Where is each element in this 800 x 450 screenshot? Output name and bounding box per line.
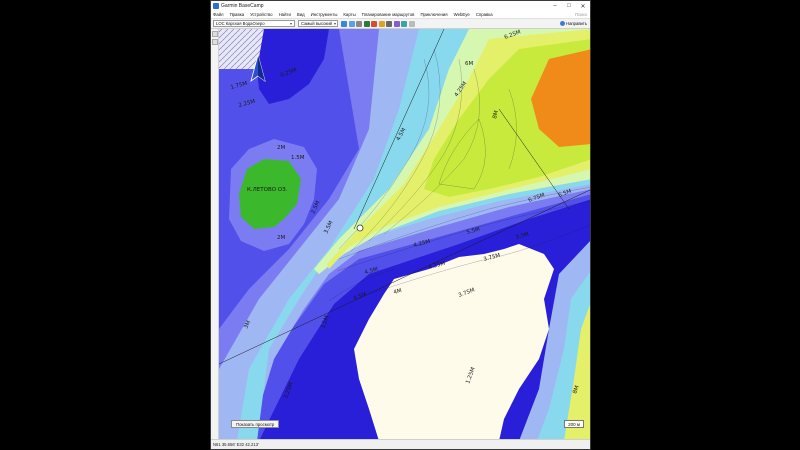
maximize-icon[interactable]: □ bbox=[562, 1, 576, 11]
close-icon[interactable]: ✕ bbox=[576, 1, 590, 11]
menu-view[interactable]: Вид bbox=[297, 12, 305, 17]
menu-find[interactable]: Найти bbox=[279, 12, 291, 17]
zoom-out-icon[interactable] bbox=[348, 20, 355, 27]
waypoint-icon[interactable] bbox=[363, 20, 370, 27]
panel-toggle-icon[interactable] bbox=[212, 31, 218, 37]
left-tool-strip bbox=[211, 29, 219, 441]
route-icon[interactable] bbox=[371, 20, 377, 27]
settings-icon[interactable] bbox=[408, 20, 415, 27]
menu-tools[interactable]: Инструменты bbox=[311, 12, 338, 17]
depth-label: 2M bbox=[277, 235, 285, 241]
island-label: К.ЛЕТОВО ОЗ. bbox=[247, 187, 288, 193]
app-icon bbox=[213, 3, 219, 9]
depth-label: 1.5M bbox=[291, 155, 305, 161]
depth-label: 6M bbox=[465, 61, 473, 67]
window-title: Garmin BaseCamp bbox=[221, 3, 264, 9]
toolbar: LOC Карская ВодаОзеро ▾ Самый высокий ▾ … bbox=[211, 19, 590, 29]
menu-webeye[interactable]: WebEye bbox=[454, 12, 470, 17]
depth-label: 2M bbox=[277, 145, 285, 151]
pan-icon[interactable] bbox=[356, 20, 362, 27]
map-detail-value: Самый высокий bbox=[301, 21, 333, 26]
menu-help[interactable]: Справка bbox=[476, 12, 493, 17]
zoom-in-icon[interactable] bbox=[341, 20, 347, 27]
menu-device[interactable]: Устройство bbox=[250, 12, 272, 17]
chevron-down-icon: ▾ bbox=[289, 21, 292, 26]
status-bar: N61 35.656' E32 42.213' bbox=[211, 439, 590, 449]
menu-adventures[interactable]: Приключения bbox=[420, 12, 447, 17]
menu-edit[interactable]: Правка bbox=[230, 12, 245, 17]
basecamp-window: Garmin BaseCamp – □ ✕ Файл Правка Устрой… bbox=[210, 0, 591, 450]
map-product-value: LOC Карская ВодаОзеро bbox=[216, 21, 265, 26]
track-icon[interactable] bbox=[378, 20, 385, 27]
waypoint-marker[interactable] bbox=[356, 224, 364, 232]
menu-route-planning[interactable]: Планирование маршрутов bbox=[362, 12, 415, 17]
route-button[interactable]: Направить bbox=[559, 21, 587, 26]
title-bar: Garmin BaseCamp – □ ✕ bbox=[211, 1, 590, 11]
map-product-select[interactable]: LOC Карская ВодаОзеро ▾ bbox=[213, 20, 295, 27]
status-coordinates: N61 35.656' E32 42.213' bbox=[213, 442, 259, 447]
map-view[interactable]: 6.25M 6M 4.25M 4.5M 8M 6.75M 6.5M 5.5M 4.25M 4.5M… bbox=[219, 29, 590, 441]
menu-file[interactable]: Файл bbox=[213, 12, 224, 17]
scale-bar: 200 м bbox=[564, 420, 584, 428]
menu-bar: Файл Правка Устройство Найти Вид Инструм… bbox=[211, 11, 590, 19]
library-icon[interactable] bbox=[212, 39, 218, 45]
measure-icon[interactable] bbox=[386, 20, 392, 27]
menu-maps[interactable]: Карты bbox=[343, 12, 355, 17]
north-arrow-icon bbox=[250, 53, 266, 82]
route-button-label: Направить bbox=[566, 21, 587, 26]
chevron-down-icon: ▾ bbox=[334, 21, 337, 26]
search-field[interactable]: Поиск bbox=[575, 12, 587, 17]
globe-icon[interactable] bbox=[401, 20, 407, 27]
select-icon[interactable] bbox=[393, 20, 400, 27]
show-overview-button[interactable]: Показать просмотр bbox=[231, 420, 280, 428]
minimize-icon[interactable]: – bbox=[548, 1, 562, 11]
navigate-icon bbox=[559, 21, 565, 26]
map-detail-select[interactable]: Самый высокий ▾ bbox=[298, 20, 338, 27]
